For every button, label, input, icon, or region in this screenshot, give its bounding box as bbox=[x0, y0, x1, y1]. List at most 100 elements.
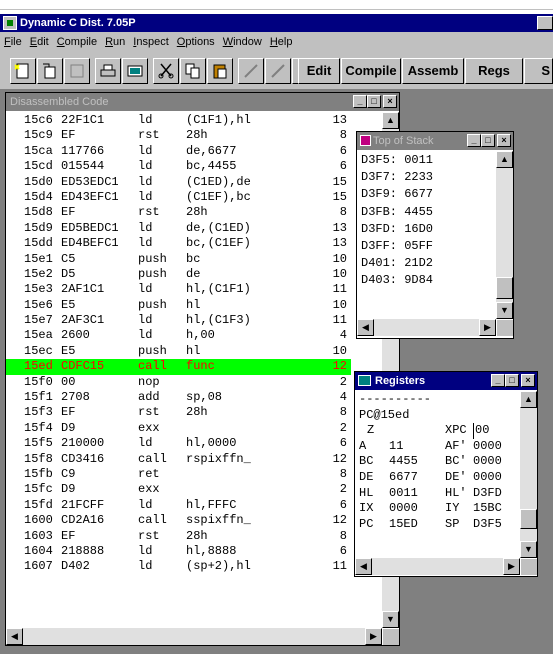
stack-entry[interactable]: D403: 9D84 bbox=[361, 272, 433, 289]
stack-entry[interactable]: D3F9: 6677 bbox=[361, 186, 433, 203]
disassembly-row[interactable]: 15d4 ED43EFC1 ld (C1EF),bc 15 bbox=[6, 190, 351, 205]
edit-mode-button[interactable]: Edit bbox=[298, 58, 340, 84]
disassembly-row[interactable]: 15e1 C5 push bc 10 bbox=[6, 252, 351, 267]
compile-button[interactable]: Compile bbox=[341, 58, 401, 84]
register-value[interactable]: 11 bbox=[389, 439, 403, 455]
scroll-up-icon[interactable]: ▲ bbox=[382, 112, 399, 129]
register-value[interactable]: 4455 bbox=[389, 454, 418, 470]
disassembly-row[interactable]: 15f3 EF rst 28h 8 bbox=[6, 405, 351, 420]
disassembly-row[interactable]: 1600 CD2A16 call sspixffn_ 12 bbox=[6, 513, 351, 528]
menu-compile[interactable]: Compile bbox=[53, 32, 101, 52]
stack-entry[interactable]: D3FD: 16D0 bbox=[361, 221, 433, 238]
print-preview-icon[interactable] bbox=[122, 58, 148, 84]
scroll-up-icon[interactable]: ▲ bbox=[520, 391, 537, 408]
register-value[interactable]: 0011 bbox=[389, 486, 418, 502]
disassembly-row[interactable]: 15f0 00 nop 2 bbox=[6, 375, 351, 390]
disassembly-row[interactable]: 15c9 EF rst 28h 8 bbox=[6, 128, 351, 143]
maximize-icon[interactable]: □ bbox=[481, 134, 495, 147]
resize-grip-icon[interactable] bbox=[383, 629, 399, 645]
save-file-icon[interactable] bbox=[64, 58, 90, 84]
disassembly-row[interactable]: 15fc D9 exx 2 bbox=[6, 482, 351, 497]
scroll-right-icon[interactable]: ▶ bbox=[479, 319, 496, 336]
disassembly-row[interactable]: 15ca 117766 ld de,6677 6 bbox=[6, 144, 351, 159]
stack-titlebar[interactable]: Top of Stack _ □ × bbox=[357, 132, 513, 150]
scroll-left-icon[interactable]: ◀ bbox=[357, 319, 374, 336]
registers-list[interactable]: ---------- PC@15ed Z XPC 00 A 11 AF' 0000 BC… bbox=[359, 392, 529, 532]
minimize-icon[interactable]: _ bbox=[467, 134, 481, 147]
scroll-left-icon[interactable]: ◀ bbox=[355, 558, 372, 575]
disassembly-row[interactable]: 15e7 2AF3C1 ld hl,(C1F3) 11 bbox=[6, 313, 351, 328]
resize-grip-icon[interactable] bbox=[521, 559, 537, 575]
menu-window[interactable]: Window bbox=[219, 32, 266, 52]
current-instruction-row[interactable]: 15ed CDFC15 call func 12 bbox=[6, 359, 351, 375]
scroll-right-icon[interactable]: ▶ bbox=[365, 628, 382, 645]
register-value[interactable]: D3F5 bbox=[473, 517, 502, 533]
scroll-up-icon[interactable]: ▲ bbox=[496, 151, 513, 168]
stack-entry[interactable]: D401: 21D2 bbox=[361, 255, 433, 272]
menu-options[interactable]: Options bbox=[173, 32, 219, 52]
disassembly-row[interactable]: 15d0 ED53EDC1 ld (C1ED),de 15 bbox=[6, 175, 351, 190]
register-value[interactable]: 15BC bbox=[473, 501, 502, 517]
disassembly-row[interactable]: 15ec E5 push hl 10 bbox=[6, 344, 351, 359]
disassembly-hscrollbar[interactable]: ◀ ▶ bbox=[6, 628, 382, 645]
disassembly-row[interactable]: 15e6 E5 push hl 10 bbox=[6, 298, 351, 313]
minimize-icon[interactable]: _ bbox=[491, 374, 505, 387]
app-minimize-button[interactable] bbox=[537, 16, 553, 30]
disassembly-row[interactable]: 15fd 21FCFF ld hl,FFFC 6 bbox=[6, 498, 351, 513]
stack-scroll-thumb[interactable] bbox=[496, 277, 513, 299]
paste-icon[interactable] bbox=[207, 58, 233, 84]
close-icon[interactable]: × bbox=[521, 374, 535, 387]
disassembly-row[interactable]: 15e3 2AF1C1 ld hl,(C1F1) 11 bbox=[6, 282, 351, 297]
cut-icon[interactable] bbox=[153, 58, 179, 84]
menu-file[interactable]: File bbox=[0, 32, 26, 52]
disassembly-row[interactable]: 15f4 D9 exx 2 bbox=[6, 421, 351, 436]
disassembly-list[interactable]: 15c6 22F1C1 ld (C1F1),hl 13 15c9 EF rst 28h 8 15ca… bbox=[6, 113, 351, 575]
stack-button[interactable]: S bbox=[524, 58, 553, 84]
close-icon[interactable]: × bbox=[497, 134, 511, 147]
disassembly-row[interactable]: 1607 D402 ld (sp+2),hl 11 bbox=[6, 559, 351, 574]
open-file-icon[interactable] bbox=[37, 58, 63, 84]
registers-hscrollbar[interactable]: ◀ ▶ bbox=[355, 558, 520, 575]
scroll-left-icon[interactable]: ◀ bbox=[6, 628, 23, 645]
assemb-button[interactable]: Assemb bbox=[402, 58, 464, 84]
minimize-icon[interactable]: _ bbox=[353, 95, 367, 108]
disassembly-row[interactable]: 15ea 2600 ld h,00 4 bbox=[6, 328, 351, 343]
disassembly-row[interactable]: 1604 218888 ld hl,8888 6 bbox=[6, 544, 351, 559]
registers-titlebar[interactable]: Registers _ □ × bbox=[355, 372, 537, 390]
menu-help[interactable]: Help bbox=[266, 32, 297, 52]
resize-grip-icon[interactable] bbox=[497, 320, 513, 336]
register-value[interactable]: 6677 bbox=[389, 470, 418, 486]
disassembly-row[interactable]: 1603 EF rst 28h 8 bbox=[6, 529, 351, 544]
disassembly-row[interactable]: 15f5 210000 ld hl,0000 6 bbox=[6, 436, 351, 451]
register-value[interactable]: 15ED bbox=[389, 517, 418, 533]
scroll-down-icon[interactable]: ▼ bbox=[496, 302, 513, 319]
stack-list[interactable]: D3F5: 0011 D3F7: 2233 D3F9: 6677 D3FB: 4455… bbox=[361, 152, 433, 290]
register-value[interactable]: 0000 bbox=[473, 470, 502, 486]
find-icon[interactable] bbox=[238, 58, 264, 84]
app-titlebar[interactable]: Dynamic C Dist. 7.05P bbox=[0, 14, 553, 32]
scroll-down-icon[interactable]: ▼ bbox=[520, 541, 537, 558]
xpc-value[interactable]: 00 bbox=[473, 423, 489, 439]
maximize-icon[interactable]: □ bbox=[367, 95, 381, 108]
registers-vscrollbar[interactable]: ▲ ▼ bbox=[520, 391, 537, 558]
stack-hscrollbar[interactable]: ◀ ▶ bbox=[357, 319, 496, 336]
disassembly-row[interactable]: 15f1 2708 add sp,08 4 bbox=[6, 390, 351, 405]
disassembly-row[interactable]: 15dd ED4BEFC1 ld bc,(C1EF) 13 bbox=[6, 236, 351, 251]
scroll-right-icon[interactable]: ▶ bbox=[503, 558, 520, 575]
stack-vscrollbar[interactable]: ▲ ▼ bbox=[496, 151, 513, 319]
disassembly-row[interactable]: 15f8 CD3416 call rspixffn_ 12 bbox=[6, 452, 351, 467]
menu-edit[interactable]: Edit bbox=[26, 32, 53, 52]
menu-run[interactable]: Run bbox=[101, 32, 129, 52]
register-value[interactable]: D3FD bbox=[473, 486, 502, 502]
disassembly-row[interactable]: 15e2 D5 push de 10 bbox=[6, 267, 351, 282]
print-icon[interactable] bbox=[95, 58, 121, 84]
disassembly-row[interactable]: 15d9 ED5BEDC1 ld de,(C1ED) 13 bbox=[6, 221, 351, 236]
stack-entry[interactable]: D3F7: 2233 bbox=[361, 169, 433, 186]
maximize-icon[interactable]: □ bbox=[505, 374, 519, 387]
scroll-down-icon[interactable]: ▼ bbox=[382, 611, 399, 628]
disassembly-row[interactable]: 15c6 22F1C1 ld (C1F1),hl 13 bbox=[6, 113, 351, 128]
stack-entry[interactable]: D3F5: 0011 bbox=[361, 152, 433, 169]
register-value[interactable]: 0000 bbox=[473, 454, 502, 470]
menu-inspect[interactable]: Inspect bbox=[129, 32, 172, 52]
close-icon[interactable]: × bbox=[383, 95, 397, 108]
